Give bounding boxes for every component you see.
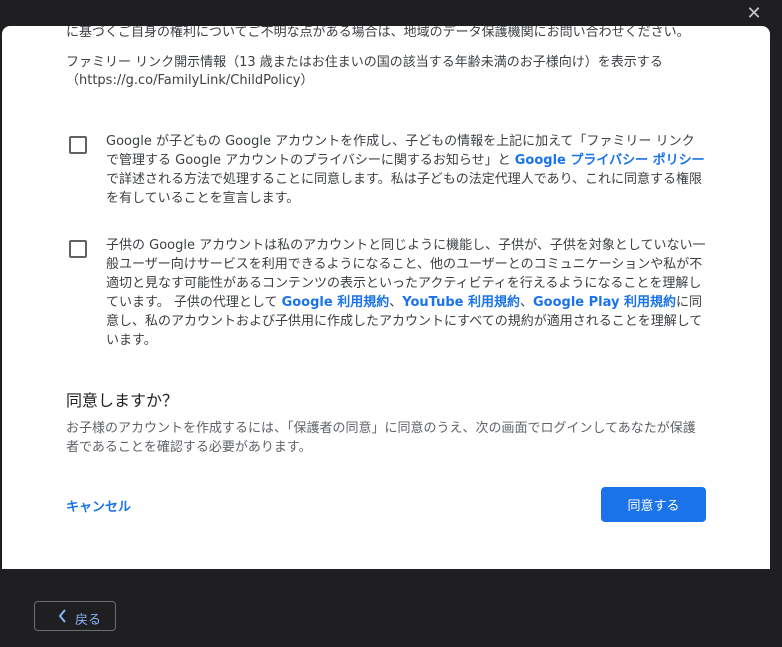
back-button-label: 戻る: [75, 613, 102, 628]
familylink-disclosure: ファミリー リンク開示情報（13 歳またはお住まいの国の該当する年齢未満のお子様…: [66, 54, 716, 90]
consent-checkbox-1[interactable]: [69, 136, 87, 154]
agree-button[interactable]: 同意する: [601, 487, 706, 522]
back-button[interactable]: 戻る: [34, 601, 116, 631]
privacy-policy-link[interactable]: Google プライバシー ポリシー: [515, 153, 705, 168]
chevron-left-icon: [57, 608, 67, 624]
consent-1-text-after: で詳述される方法で処理することに同意します。私は子どもの法定代理人であり、これに…: [106, 172, 703, 206]
consent-dialog: に基づくご自身の権利についてご不明な点がある場合は、地域のデータ保護機関にお問い…: [2, 26, 770, 569]
google-terms-link[interactable]: Google 利用規約: [282, 295, 390, 310]
familylink-url: （https://g.co/FamilyLink/ChildPolicy）: [66, 73, 314, 88]
consent-2-separator-2: 、: [519, 295, 533, 310]
consent-checkbox-2[interactable]: [69, 240, 87, 258]
youtube-terms-link[interactable]: YouTube 利用規約: [402, 295, 520, 310]
consent-text-2: 子供の Google アカウントは私のアカウントと同じように機能し、子供が、子供…: [106, 236, 706, 350]
data-protection-notice: に基づくご自身の権利についてご不明な点がある場合は、地域のデータ保護機関にお問い…: [66, 26, 690, 40]
consent-2-separator-1: 、: [389, 295, 403, 310]
familylink-text: ファミリー リンク開示情報（13 歳またはお住まいの国の該当する年齢未満のお子様…: [66, 55, 663, 70]
consent-text-1: Google が子どもの Google アカウントを作成し、子どもの情報を上記に…: [106, 132, 706, 208]
agree-title: 同意しますか？: [66, 391, 179, 410]
cancel-button[interactable]: キャンセル: [66, 496, 131, 515]
close-icon[interactable]: ✕: [743, 3, 765, 25]
agree-description: お子様のアカウントを作成するには、「保護者の同意」に同意のうえ、次の画面でログイ…: [66, 421, 696, 455]
google-play-terms-link[interactable]: Google Play 利用規約: [533, 295, 676, 310]
